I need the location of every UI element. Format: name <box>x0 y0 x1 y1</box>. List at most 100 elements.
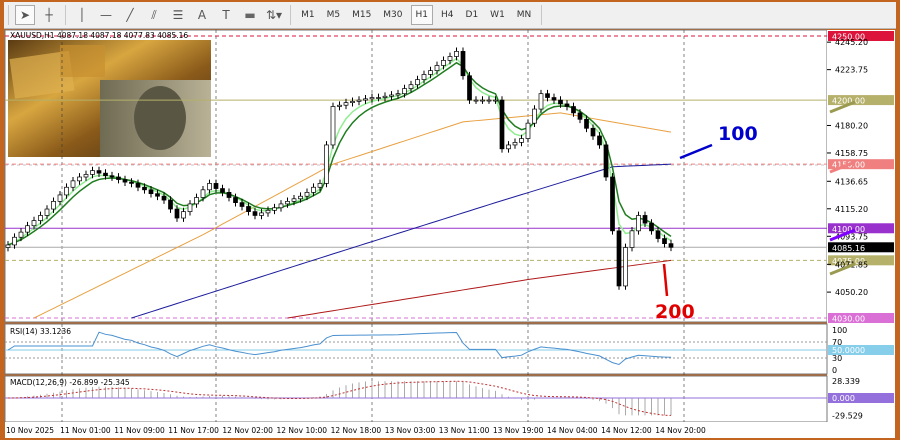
candle-body <box>532 108 537 124</box>
candle-body <box>259 212 264 216</box>
text-button[interactable]: A <box>192 5 212 25</box>
candle-body <box>486 99 492 102</box>
candle-body <box>109 175 115 178</box>
text-label-button[interactable]: T <box>216 5 236 25</box>
x-tick-label: 13 Nov 03:00 <box>385 426 436 435</box>
timeframe-h4[interactable]: H4 <box>437 5 458 25</box>
rsi-tick-label: 100 <box>832 326 847 335</box>
candle-body <box>278 203 284 209</box>
timeframe-m5[interactable]: M5 <box>323 5 345 25</box>
x-tick-label: 11 Nov 09:00 <box>114 426 165 435</box>
candle-body <box>12 236 17 246</box>
candle-body <box>512 142 518 146</box>
candle-body <box>395 93 401 96</box>
candle-body <box>590 127 596 137</box>
candle-body <box>597 135 602 146</box>
candle-body <box>356 99 362 102</box>
candle-body <box>629 230 635 248</box>
candle-body <box>226 192 232 198</box>
candle-body <box>90 170 95 175</box>
fibonacci-button[interactable]: ☰ <box>168 5 188 25</box>
cursor-button[interactable]: ➤ <box>15 5 35 25</box>
candle-body <box>142 186 147 191</box>
candle-body <box>77 176 82 182</box>
x-tick-label: 13 Nov 19:00 <box>493 426 544 435</box>
timeframe-mn[interactable]: MN <box>513 5 536 25</box>
candle-body <box>103 172 108 177</box>
timeframe-h1[interactable]: H1 <box>410 5 434 25</box>
candle-body <box>18 231 24 238</box>
toolbar: ➤ ┼ │ — ╱ ⫽ ☰ A T ▬ ⇅▾ M1 M5 M15 M30 H1 H4 D1 W1 MN <box>4 2 896 29</box>
toolbar-separator <box>541 5 543 25</box>
x-tick-label: 12 Nov 02:00 <box>222 426 273 435</box>
candle <box>623 243 628 290</box>
x-tick-label: 11 Nov 01:00 <box>60 426 111 435</box>
trendline-button[interactable]: ╱ <box>120 5 140 25</box>
candle-body <box>610 176 615 232</box>
timeframe-m30[interactable]: M30 <box>379 5 406 25</box>
candle-body <box>421 74 427 80</box>
arrows-button[interactable]: ⇅▾ <box>264 5 284 25</box>
equidistant-channel-button[interactable]: ⫽ <box>144 5 164 25</box>
rsi-tick-label: 30 <box>832 354 842 363</box>
timeframe-w1[interactable]: W1 <box>486 5 509 25</box>
candle-body <box>233 197 238 203</box>
candle-body <box>239 202 245 207</box>
candle-body <box>200 189 206 198</box>
x-tick-label: 14 Nov 20:00 <box>655 426 706 435</box>
candle <box>460 47 466 80</box>
timeframe-m1[interactable]: M1 <box>297 5 319 25</box>
horizontal-line-button[interactable]: — <box>96 5 116 25</box>
rsi-header: RSI(14) 33.1236 <box>10 327 71 336</box>
equidistant-channel-icon: ⫽ <box>151 7 157 22</box>
candle <box>629 226 635 252</box>
candle <box>616 226 622 290</box>
candle-body <box>467 75 472 101</box>
macd-tick-label: 28.339 <box>832 377 860 386</box>
y-tick-label: 4180.20 <box>835 121 868 130</box>
candle-body <box>616 230 622 287</box>
candle-body <box>304 192 310 197</box>
y-tick-label: 4115.20 <box>835 205 868 214</box>
candle-body <box>473 99 479 102</box>
crosshair-icon: ┼ <box>45 8 53 22</box>
candle-body <box>207 183 212 191</box>
candle-body <box>454 51 459 57</box>
candle-body <box>603 144 609 178</box>
gold-and-dollar-photo <box>8 40 211 157</box>
portrait <box>134 86 186 150</box>
candle-body <box>116 176 121 180</box>
timeframe-m15[interactable]: M15 <box>348 5 375 25</box>
toolbar-separator <box>290 5 292 25</box>
text-icon: A <box>197 8 207 22</box>
rectangle-button[interactable]: ▬ <box>240 5 260 25</box>
candle-body <box>25 225 30 233</box>
crosshair-button[interactable]: ┼ <box>39 5 59 25</box>
candle-body <box>571 106 576 114</box>
vertical-line-button[interactable]: │ <box>72 5 92 25</box>
horizontal-line-icon: — <box>100 8 112 22</box>
candle-body <box>519 138 524 143</box>
price-level-label: 4085.16 <box>832 244 865 253</box>
candle <box>603 141 609 181</box>
cursor-icon: ➤ <box>19 8 31 22</box>
candle <box>499 96 505 153</box>
y-tick-label: 4050.20 <box>835 288 868 297</box>
candle-body <box>194 197 199 205</box>
candle-body <box>428 70 433 75</box>
candle-body <box>649 222 654 232</box>
candle-body <box>246 206 251 212</box>
timeframe-d1[interactable]: D1 <box>462 5 483 25</box>
candle-body <box>525 122 531 139</box>
candle-body <box>324 144 329 184</box>
candle-body <box>317 183 323 188</box>
candle <box>610 173 615 235</box>
candle-body <box>447 56 453 61</box>
y-tick-label: 4245.20 <box>835 38 868 47</box>
candle-body <box>135 183 141 188</box>
candle-body <box>577 112 583 120</box>
candle-body <box>662 238 667 245</box>
vertical-line-icon: │ <box>78 8 86 22</box>
fibonacci-icon: ☰ <box>172 8 184 22</box>
candle-body <box>655 230 661 239</box>
